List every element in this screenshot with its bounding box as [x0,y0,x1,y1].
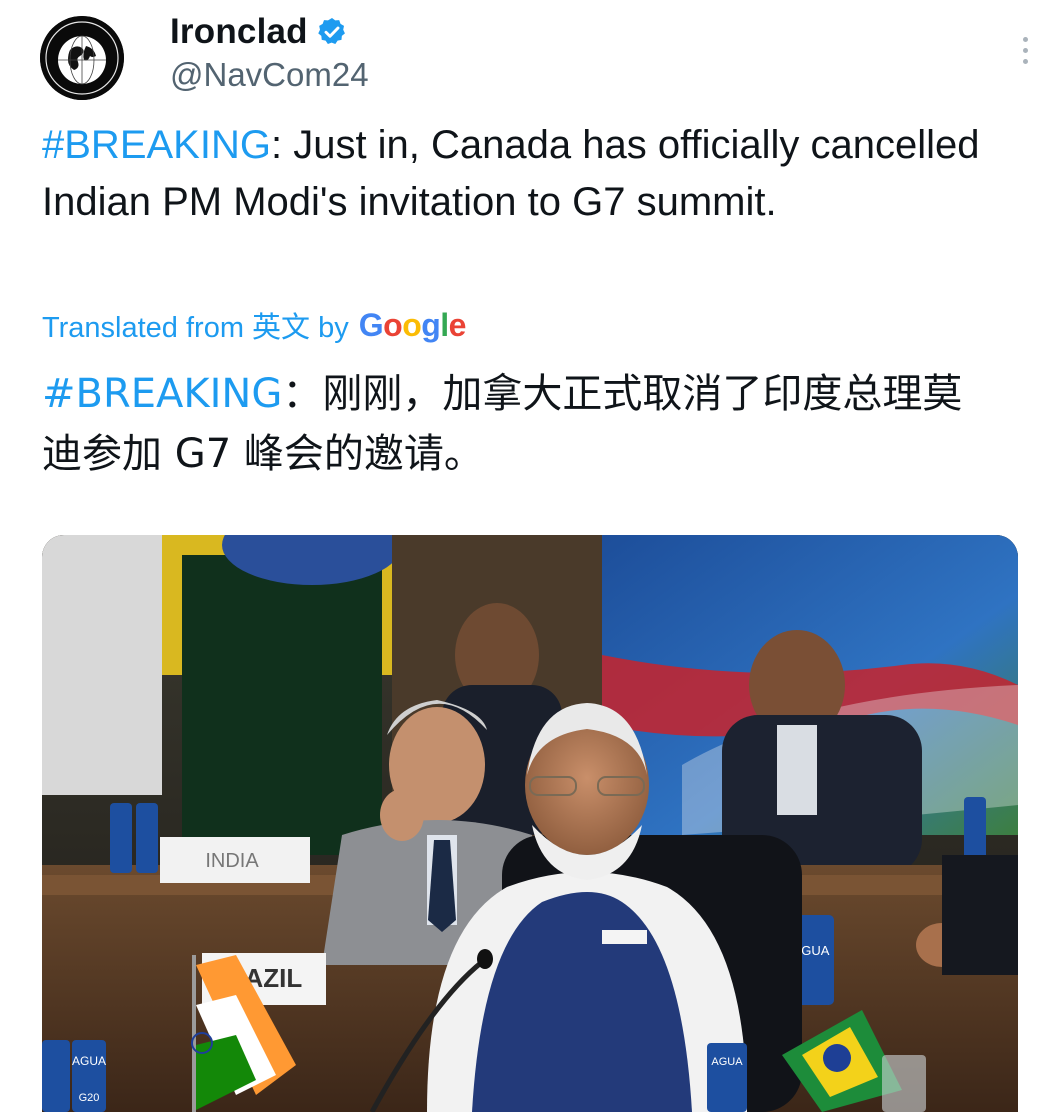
can-label-center: AGUA [711,1056,743,1068]
tweet-photo[interactable]: INDIA RAZIL AGUA AGUA G20 AGUA [42,535,1018,1112]
translated-hashtag-link[interactable]: #BREAKING [42,371,282,417]
display-name-text: Ironclad [170,12,308,51]
translated-text: #BREAKING：刚刚，加拿大正式取消了印度总理莫迪参加 G7 峰会的邀请。 [42,364,1002,484]
user-handle[interactable]: @NavCom24 [170,56,369,94]
hashtag-link[interactable]: #BREAKING [42,123,271,167]
summit-photo: INDIA RAZIL AGUA AGUA G20 AGUA [42,535,1018,1112]
avatar[interactable] [40,16,124,100]
translation-attribution[interactable]: Translated from 英文 by Google [42,304,466,346]
g20-logo-text: G20 [79,1092,100,1104]
translated-label: Translated from 英文 by [42,312,349,344]
more-options-icon[interactable] [1010,30,1040,70]
display-name[interactable]: Ironclad [170,12,348,52]
globe-seal-icon [40,16,124,100]
placard-india: INDIA [205,850,259,872]
google-logo: Google [358,306,467,343]
verified-badge-icon [316,16,348,48]
tweet-header: Ironclad @NavCom24 [0,0,1047,110]
tweet-text: #BREAKING: Just in, Canada has officiall… [42,117,1002,231]
can-label-left: AGUA [72,1054,106,1068]
